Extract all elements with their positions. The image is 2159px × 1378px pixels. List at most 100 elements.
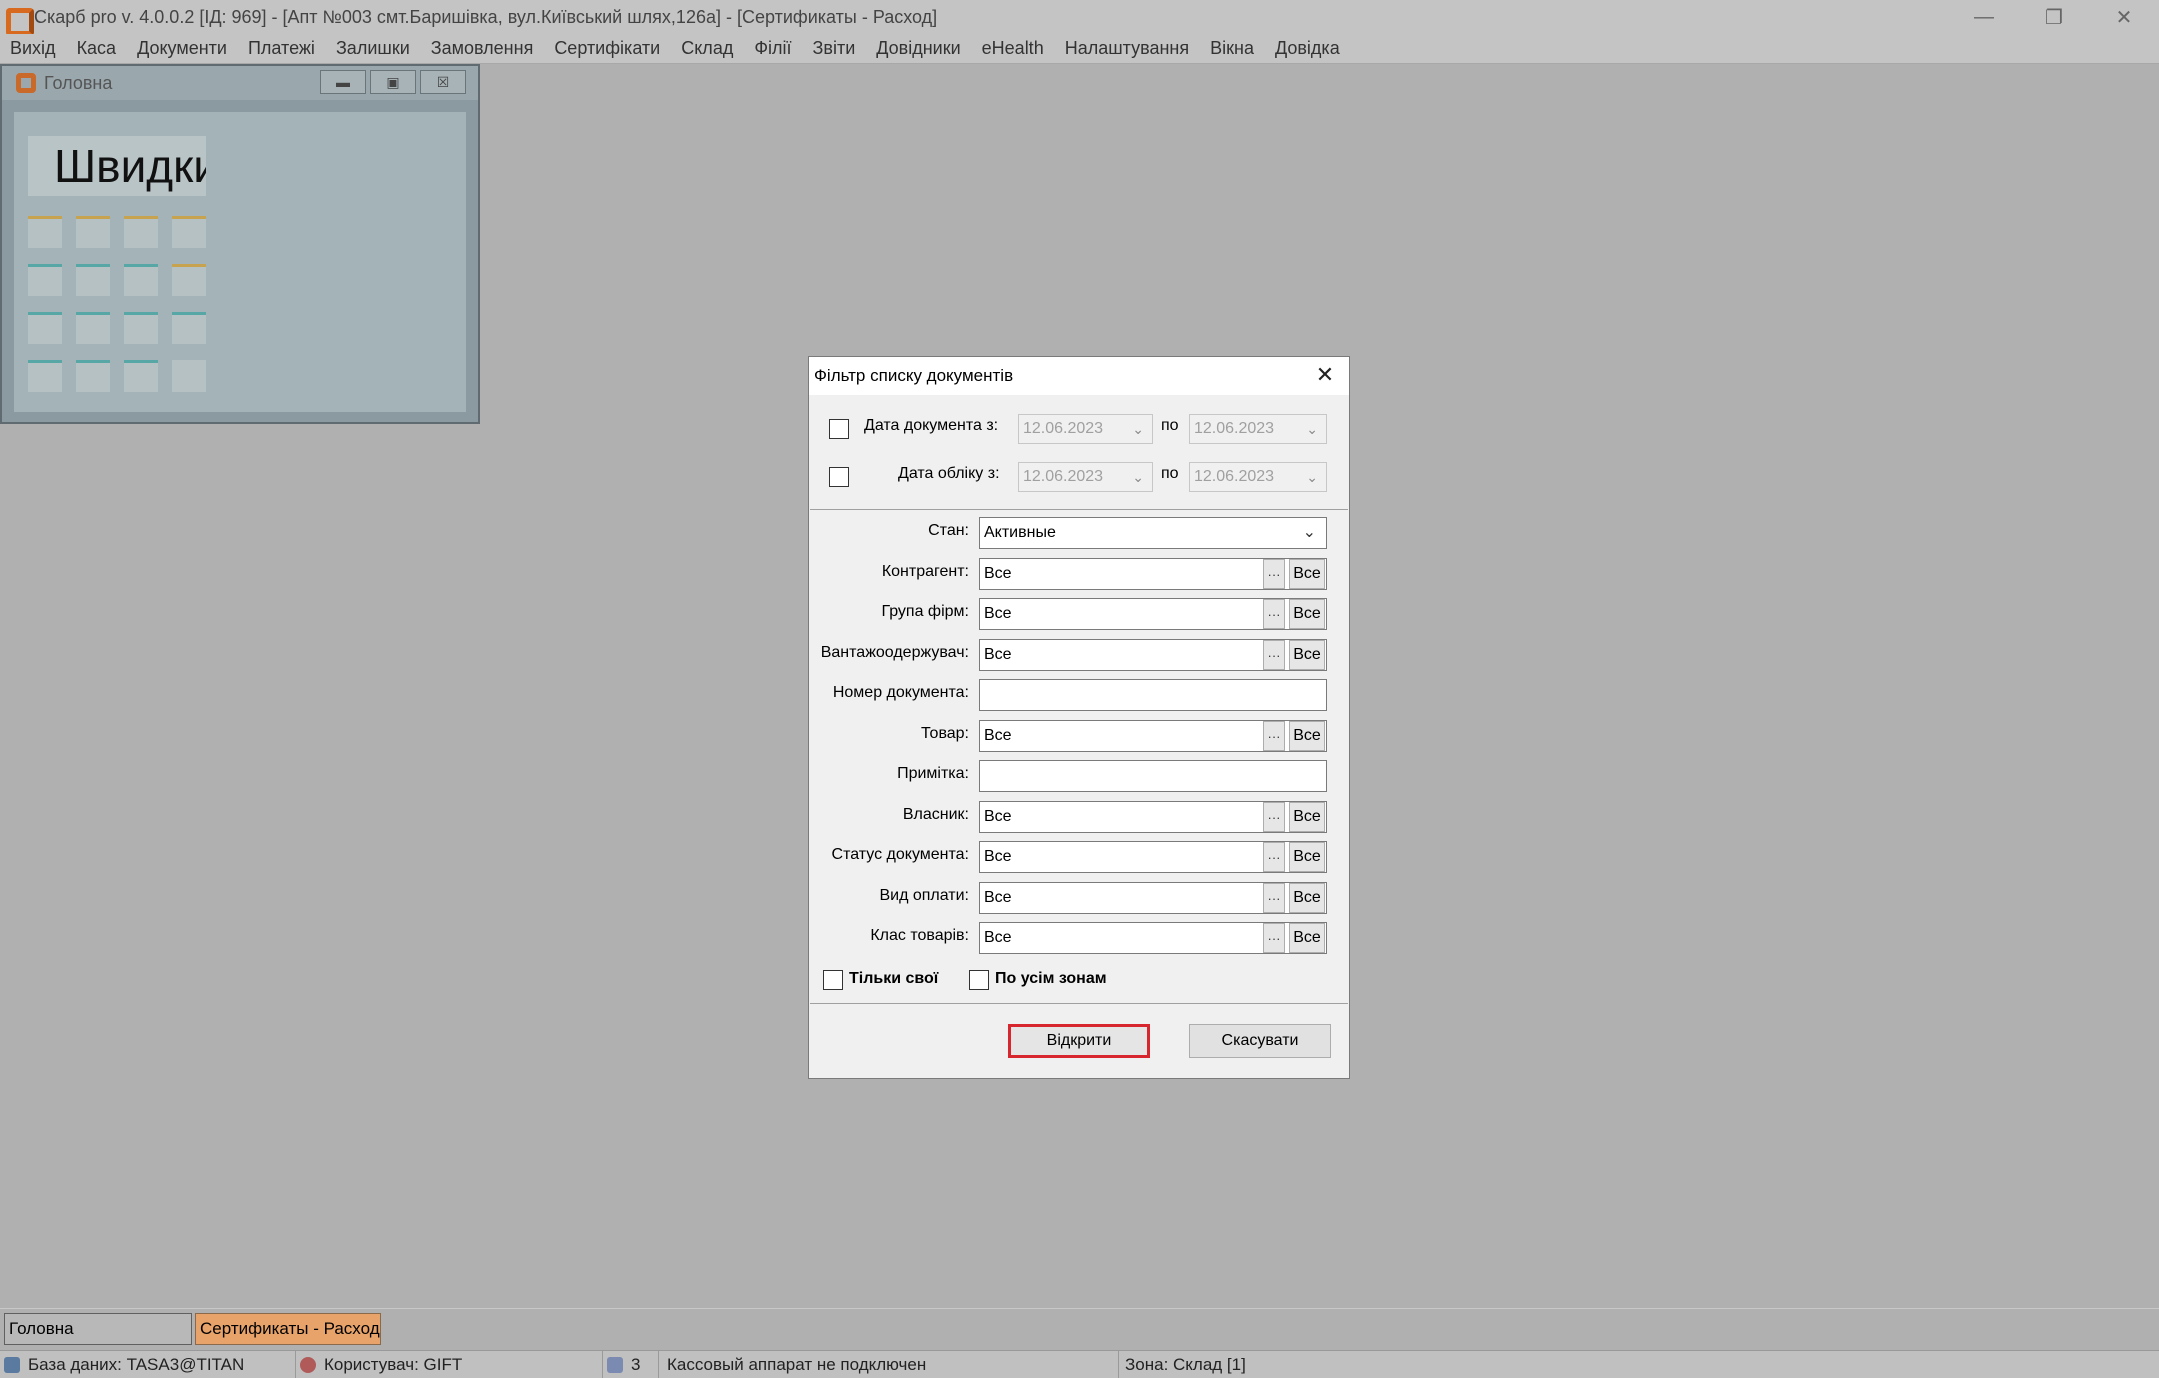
date-doc-from[interactable]: 12.06.2023 ⌄ bbox=[1018, 414, 1153, 444]
goods-class-browse-button[interactable]: ··· bbox=[1263, 923, 1285, 953]
menu-reports[interactable]: Звіти bbox=[813, 38, 856, 59]
status-zone-text: Зона: Склад [1] bbox=[1125, 1355, 1246, 1374]
date-account-checkbox[interactable] bbox=[829, 467, 849, 487]
title-bar: Скарб pro v. 4.0.0.2 [ІД: 969] - [Апт №0… bbox=[0, 0, 2159, 36]
menu-payments[interactable]: Платежі bbox=[248, 38, 315, 59]
mdi-title-bar[interactable]: Головна ▬ ▣ ☒ bbox=[2, 66, 478, 100]
doc-number-input[interactable] bbox=[979, 679, 1327, 711]
menu-stock[interactable]: Залишки bbox=[336, 38, 410, 59]
main-mdi-window: Головна ▬ ▣ ☒ Швидкий bbox=[0, 64, 480, 424]
user-icon bbox=[300, 1357, 316, 1373]
cancel-button[interactable]: Скасувати bbox=[1189, 1024, 1331, 1058]
only-own-checkbox[interactable] bbox=[823, 970, 843, 990]
doc-status-all-button[interactable]: Все bbox=[1289, 842, 1325, 872]
firm-group-all-button[interactable]: Все bbox=[1289, 599, 1325, 629]
tab-certificates-expense[interactable]: Сертификаты - Расход bbox=[195, 1313, 381, 1345]
doc-status-browse-button[interactable]: ··· bbox=[1263, 842, 1285, 872]
quick-tile[interactable] bbox=[124, 216, 158, 248]
menu-exit[interactable]: Вихід bbox=[10, 38, 56, 59]
consignee-browse-button[interactable]: ··· bbox=[1263, 640, 1285, 670]
app-logo-icon bbox=[4, 6, 34, 36]
status-cash-register-text: Кассовый аппарат не подключен bbox=[667, 1355, 927, 1374]
close-icon[interactable]: ✕ bbox=[1313, 362, 1337, 387]
menu-documents[interactable]: Документи bbox=[137, 38, 227, 59]
menu-ehealth[interactable]: eHealth bbox=[982, 38, 1044, 59]
app-logo-icon bbox=[16, 73, 36, 93]
payment-type-all-button[interactable]: Все bbox=[1289, 883, 1325, 913]
goods-browse-button[interactable]: ··· bbox=[1263, 721, 1285, 751]
owner-browse-button[interactable]: ··· bbox=[1263, 802, 1285, 832]
owner-label: Власник: bbox=[902, 806, 969, 823]
date-account-label: Дата обліку з: bbox=[898, 465, 1000, 482]
quick-access-title: Швидкий bbox=[28, 136, 206, 196]
quick-tile[interactable] bbox=[76, 360, 110, 392]
quick-tile[interactable] bbox=[124, 264, 158, 296]
dialog-title-bar[interactable]: Фільтр списку документів ✕ bbox=[809, 357, 1349, 395]
quick-tile[interactable] bbox=[172, 264, 206, 296]
menu-branches[interactable]: Філії bbox=[754, 38, 791, 59]
quick-tile[interactable] bbox=[28, 360, 62, 392]
state-label: Стан: bbox=[928, 522, 969, 539]
quick-tile[interactable] bbox=[28, 264, 62, 296]
quick-tile[interactable] bbox=[76, 216, 110, 248]
quick-tile[interactable] bbox=[28, 312, 62, 344]
counterparty-all-button[interactable]: Все bbox=[1289, 559, 1325, 589]
quick-access-panel: Швидкий bbox=[14, 112, 466, 412]
owner-all-button[interactable]: Все bbox=[1289, 802, 1325, 832]
date-doc-to[interactable]: 12.06.2023 ⌄ bbox=[1189, 414, 1327, 444]
consignee-label: Вантажоодержувач: bbox=[820, 644, 969, 661]
menu-certificates[interactable]: Сертифікати bbox=[554, 38, 660, 59]
date-to-label: по bbox=[1161, 417, 1179, 434]
quick-tile[interactable] bbox=[124, 360, 158, 392]
menu-settings[interactable]: Налаштування bbox=[1065, 38, 1189, 59]
menu-orders[interactable]: Замовлення bbox=[431, 38, 534, 59]
doc-status-value: Все bbox=[984, 848, 1012, 865]
menu-windows[interactable]: Вікна bbox=[1210, 38, 1254, 59]
note-input[interactable] bbox=[979, 760, 1327, 792]
window-controls: — ❐ ✕ bbox=[1949, 0, 2159, 34]
date-account-from[interactable]: 12.06.2023 ⌄ bbox=[1018, 462, 1153, 492]
goods-all-button[interactable]: Все bbox=[1289, 721, 1325, 751]
menu-cash[interactable]: Каса bbox=[77, 38, 117, 59]
counterparty-browse-button[interactable]: ··· bbox=[1263, 559, 1285, 589]
state-select[interactable]: Активные ⌄ bbox=[979, 517, 1327, 549]
menu-directories[interactable]: Довідники bbox=[876, 38, 960, 59]
open-button[interactable]: Відкрити bbox=[1008, 1024, 1150, 1058]
all-zones-checkbox[interactable] bbox=[969, 970, 989, 990]
minimize-icon[interactable]: ▬ bbox=[320, 70, 366, 94]
maximize-icon[interactable]: ▣ bbox=[370, 70, 416, 94]
status-user-text: Користувач: GIFT bbox=[324, 1355, 463, 1374]
payment-type-browse-button[interactable]: ··· bbox=[1263, 883, 1285, 913]
quick-tile[interactable] bbox=[172, 312, 206, 344]
minimize-icon[interactable]: — bbox=[1949, 0, 2019, 34]
close-icon[interactable]: ✕ bbox=[2089, 0, 2159, 34]
quick-tile[interactable] bbox=[76, 264, 110, 296]
counterparty-value: Все bbox=[984, 565, 1012, 582]
quick-tile[interactable] bbox=[76, 312, 110, 344]
goods-class-all-button[interactable]: Все bbox=[1289, 923, 1325, 953]
date-doc-label: Дата документа з: bbox=[864, 417, 999, 434]
doc-status-label: Статус документа: bbox=[831, 846, 969, 863]
firm-group-browse-button[interactable]: ··· bbox=[1263, 599, 1285, 629]
quick-tile[interactable] bbox=[28, 216, 62, 248]
chevron-down-icon: ⌄ bbox=[1132, 421, 1144, 437]
consignee-all-button[interactable]: Все bbox=[1289, 640, 1325, 670]
status-cash-register: Кассовый аппарат не подключен bbox=[659, 1351, 1119, 1378]
quick-tile[interactable] bbox=[172, 216, 206, 248]
goods-label: Товар: bbox=[921, 725, 969, 742]
database-icon bbox=[4, 1357, 20, 1373]
restore-icon[interactable]: ❐ bbox=[2019, 0, 2089, 34]
date-value: 12.06.2023 bbox=[1194, 420, 1275, 437]
dialog-title: Фільтр списку документів bbox=[814, 366, 1014, 385]
menu-warehouse[interactable]: Склад bbox=[681, 38, 733, 59]
terminal-icon bbox=[607, 1357, 623, 1373]
date-doc-checkbox[interactable] bbox=[829, 419, 849, 439]
date-account-to[interactable]: 12.06.2023 ⌄ bbox=[1189, 462, 1327, 492]
date-value: 12.06.2023 bbox=[1023, 420, 1104, 437]
menu-help[interactable]: Довідка bbox=[1275, 38, 1340, 59]
tab-main[interactable]: Головна bbox=[4, 1313, 192, 1345]
quick-tile[interactable] bbox=[124, 312, 158, 344]
close-icon[interactable]: ☒ bbox=[420, 70, 466, 94]
filter-dialog: Фільтр списку документів ✕ Дата документ… bbox=[808, 356, 1350, 1079]
window-tabs-bar: Головна Сертификаты - Расход bbox=[0, 1308, 2159, 1348]
